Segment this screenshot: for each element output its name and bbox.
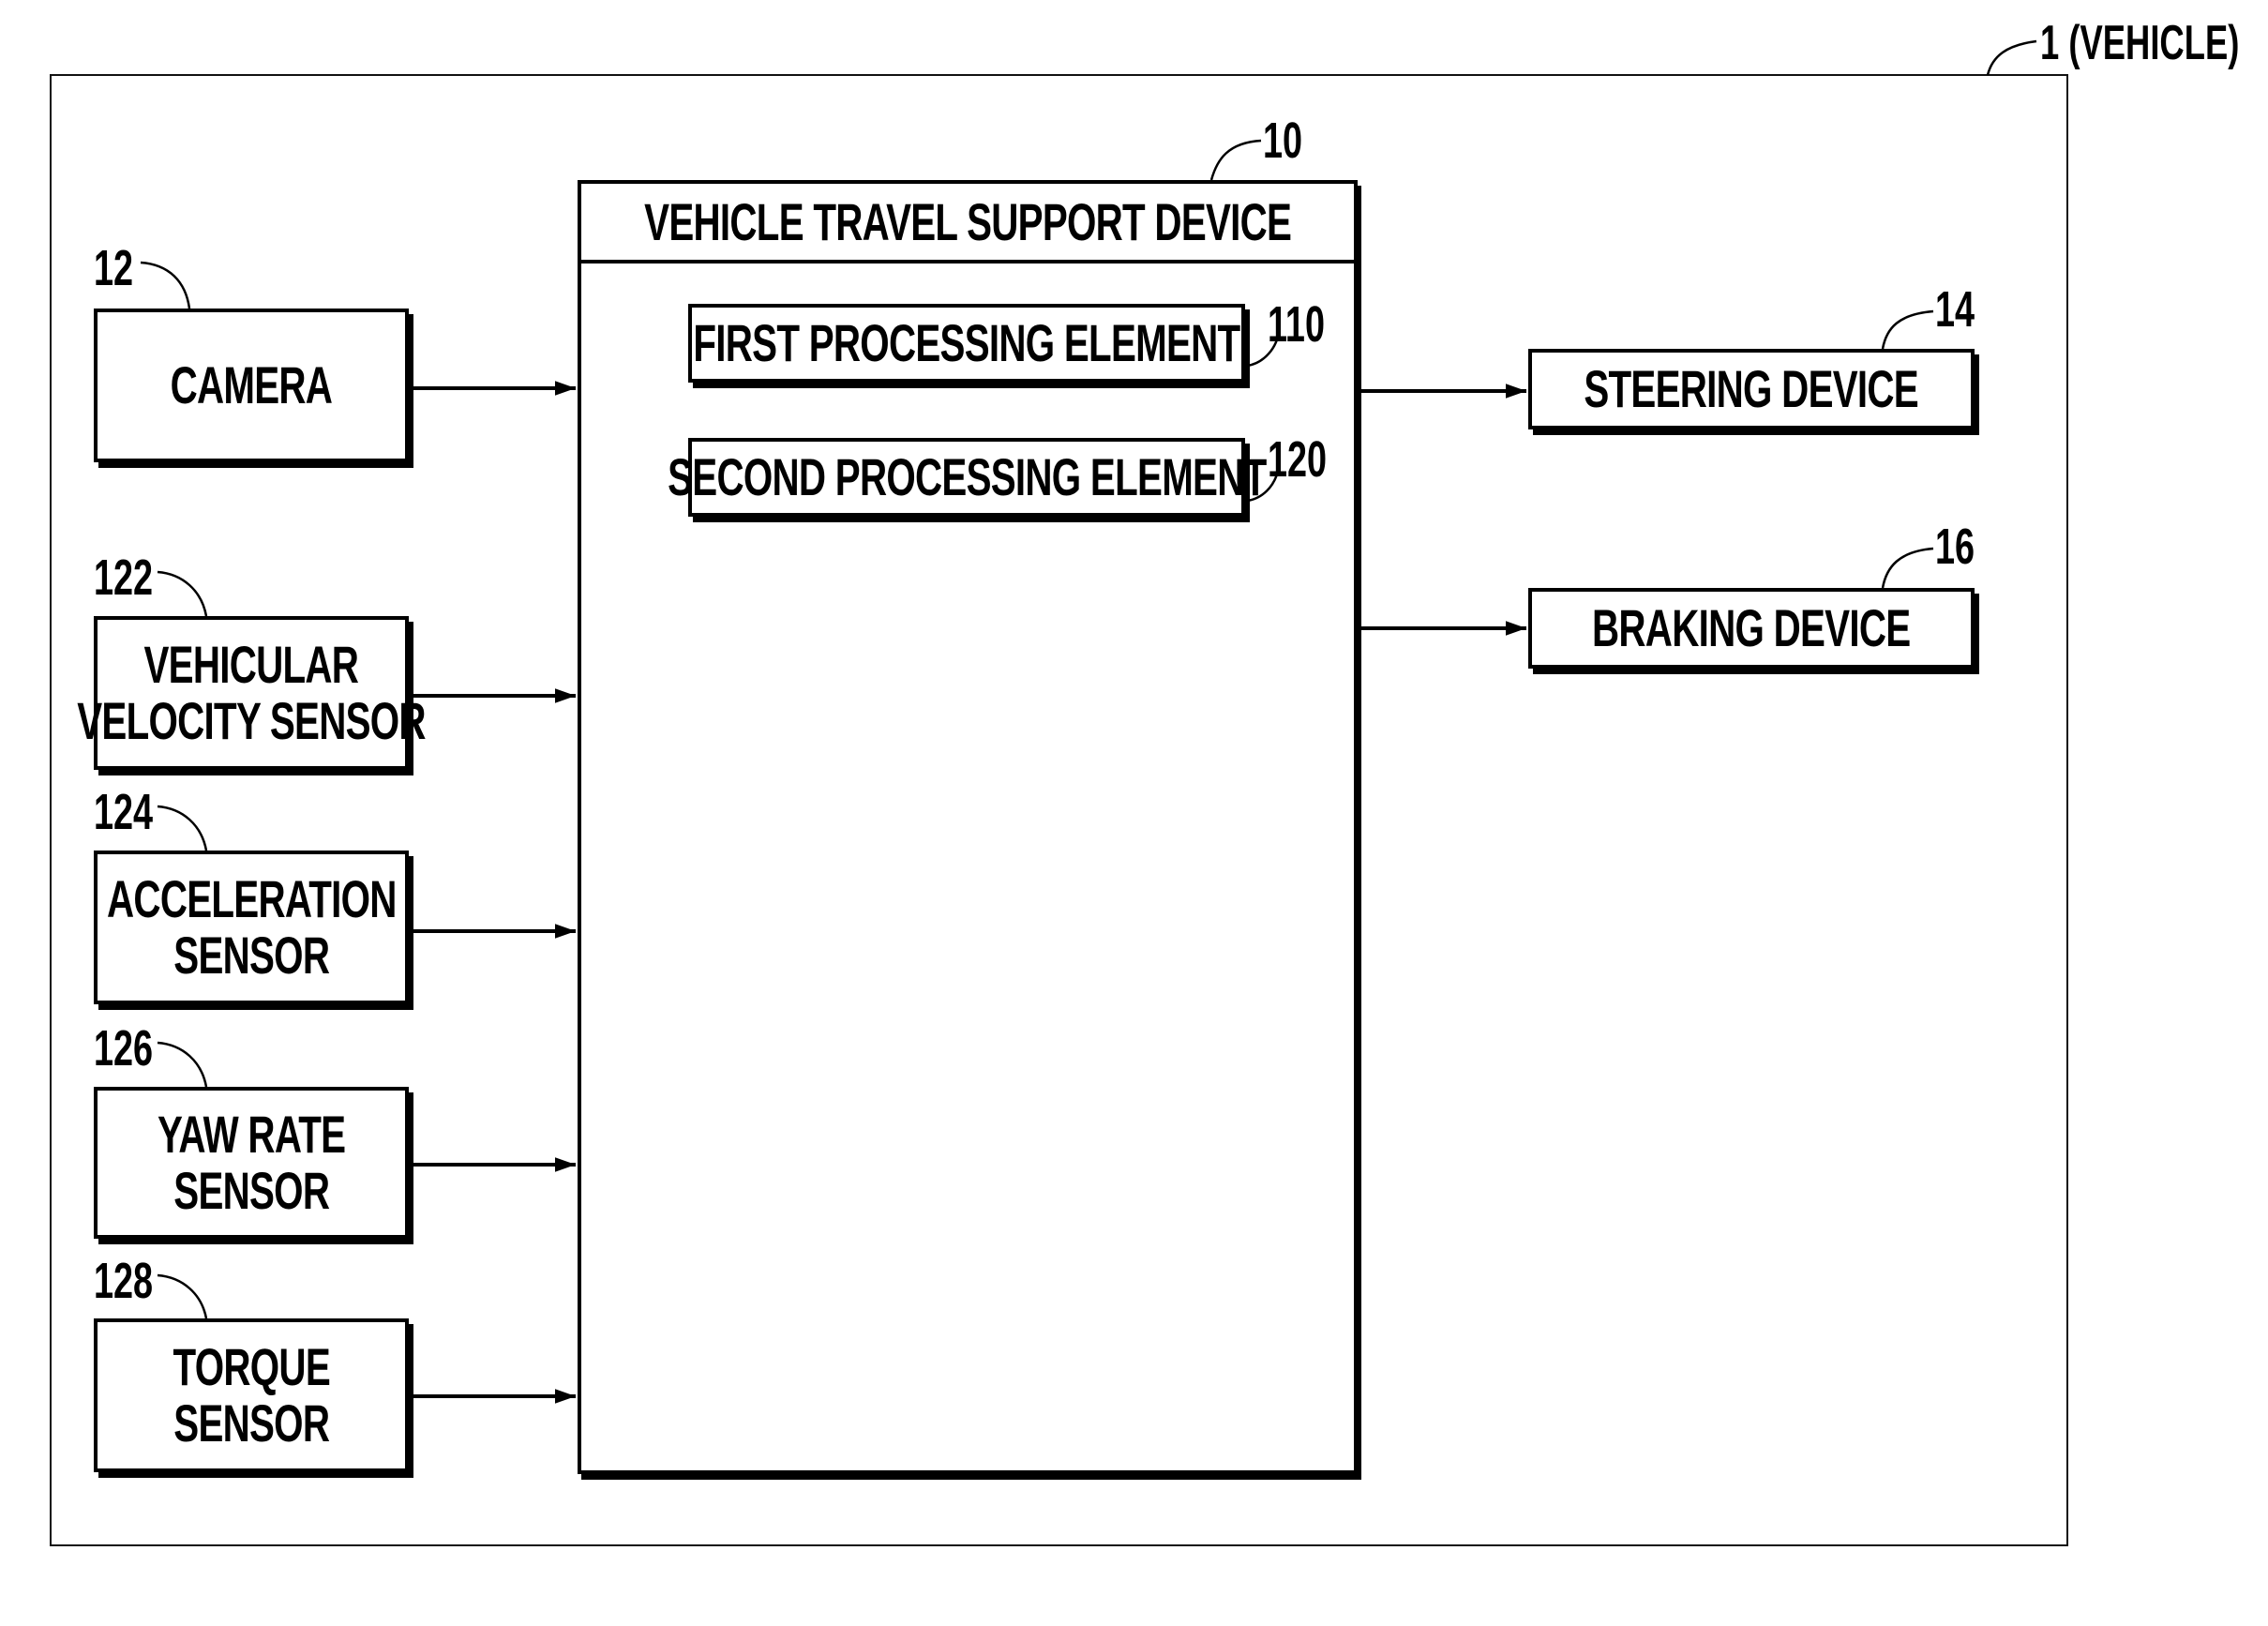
leader-braking [1881, 547, 1934, 589]
leader-acceleration [157, 805, 208, 851]
connectors [140, 39, 2037, 1404]
leader-camera [140, 261, 191, 309]
leader-120 [1246, 466, 1281, 503]
leader-velocity [157, 570, 208, 617]
leader-device [1209, 139, 1262, 181]
leader-vehicle [1986, 39, 2037, 76]
leader-torque [157, 1273, 208, 1319]
leader-steering [1881, 309, 1934, 350]
leader-yaw [157, 1041, 208, 1088]
leader-110 [1246, 332, 1281, 368]
